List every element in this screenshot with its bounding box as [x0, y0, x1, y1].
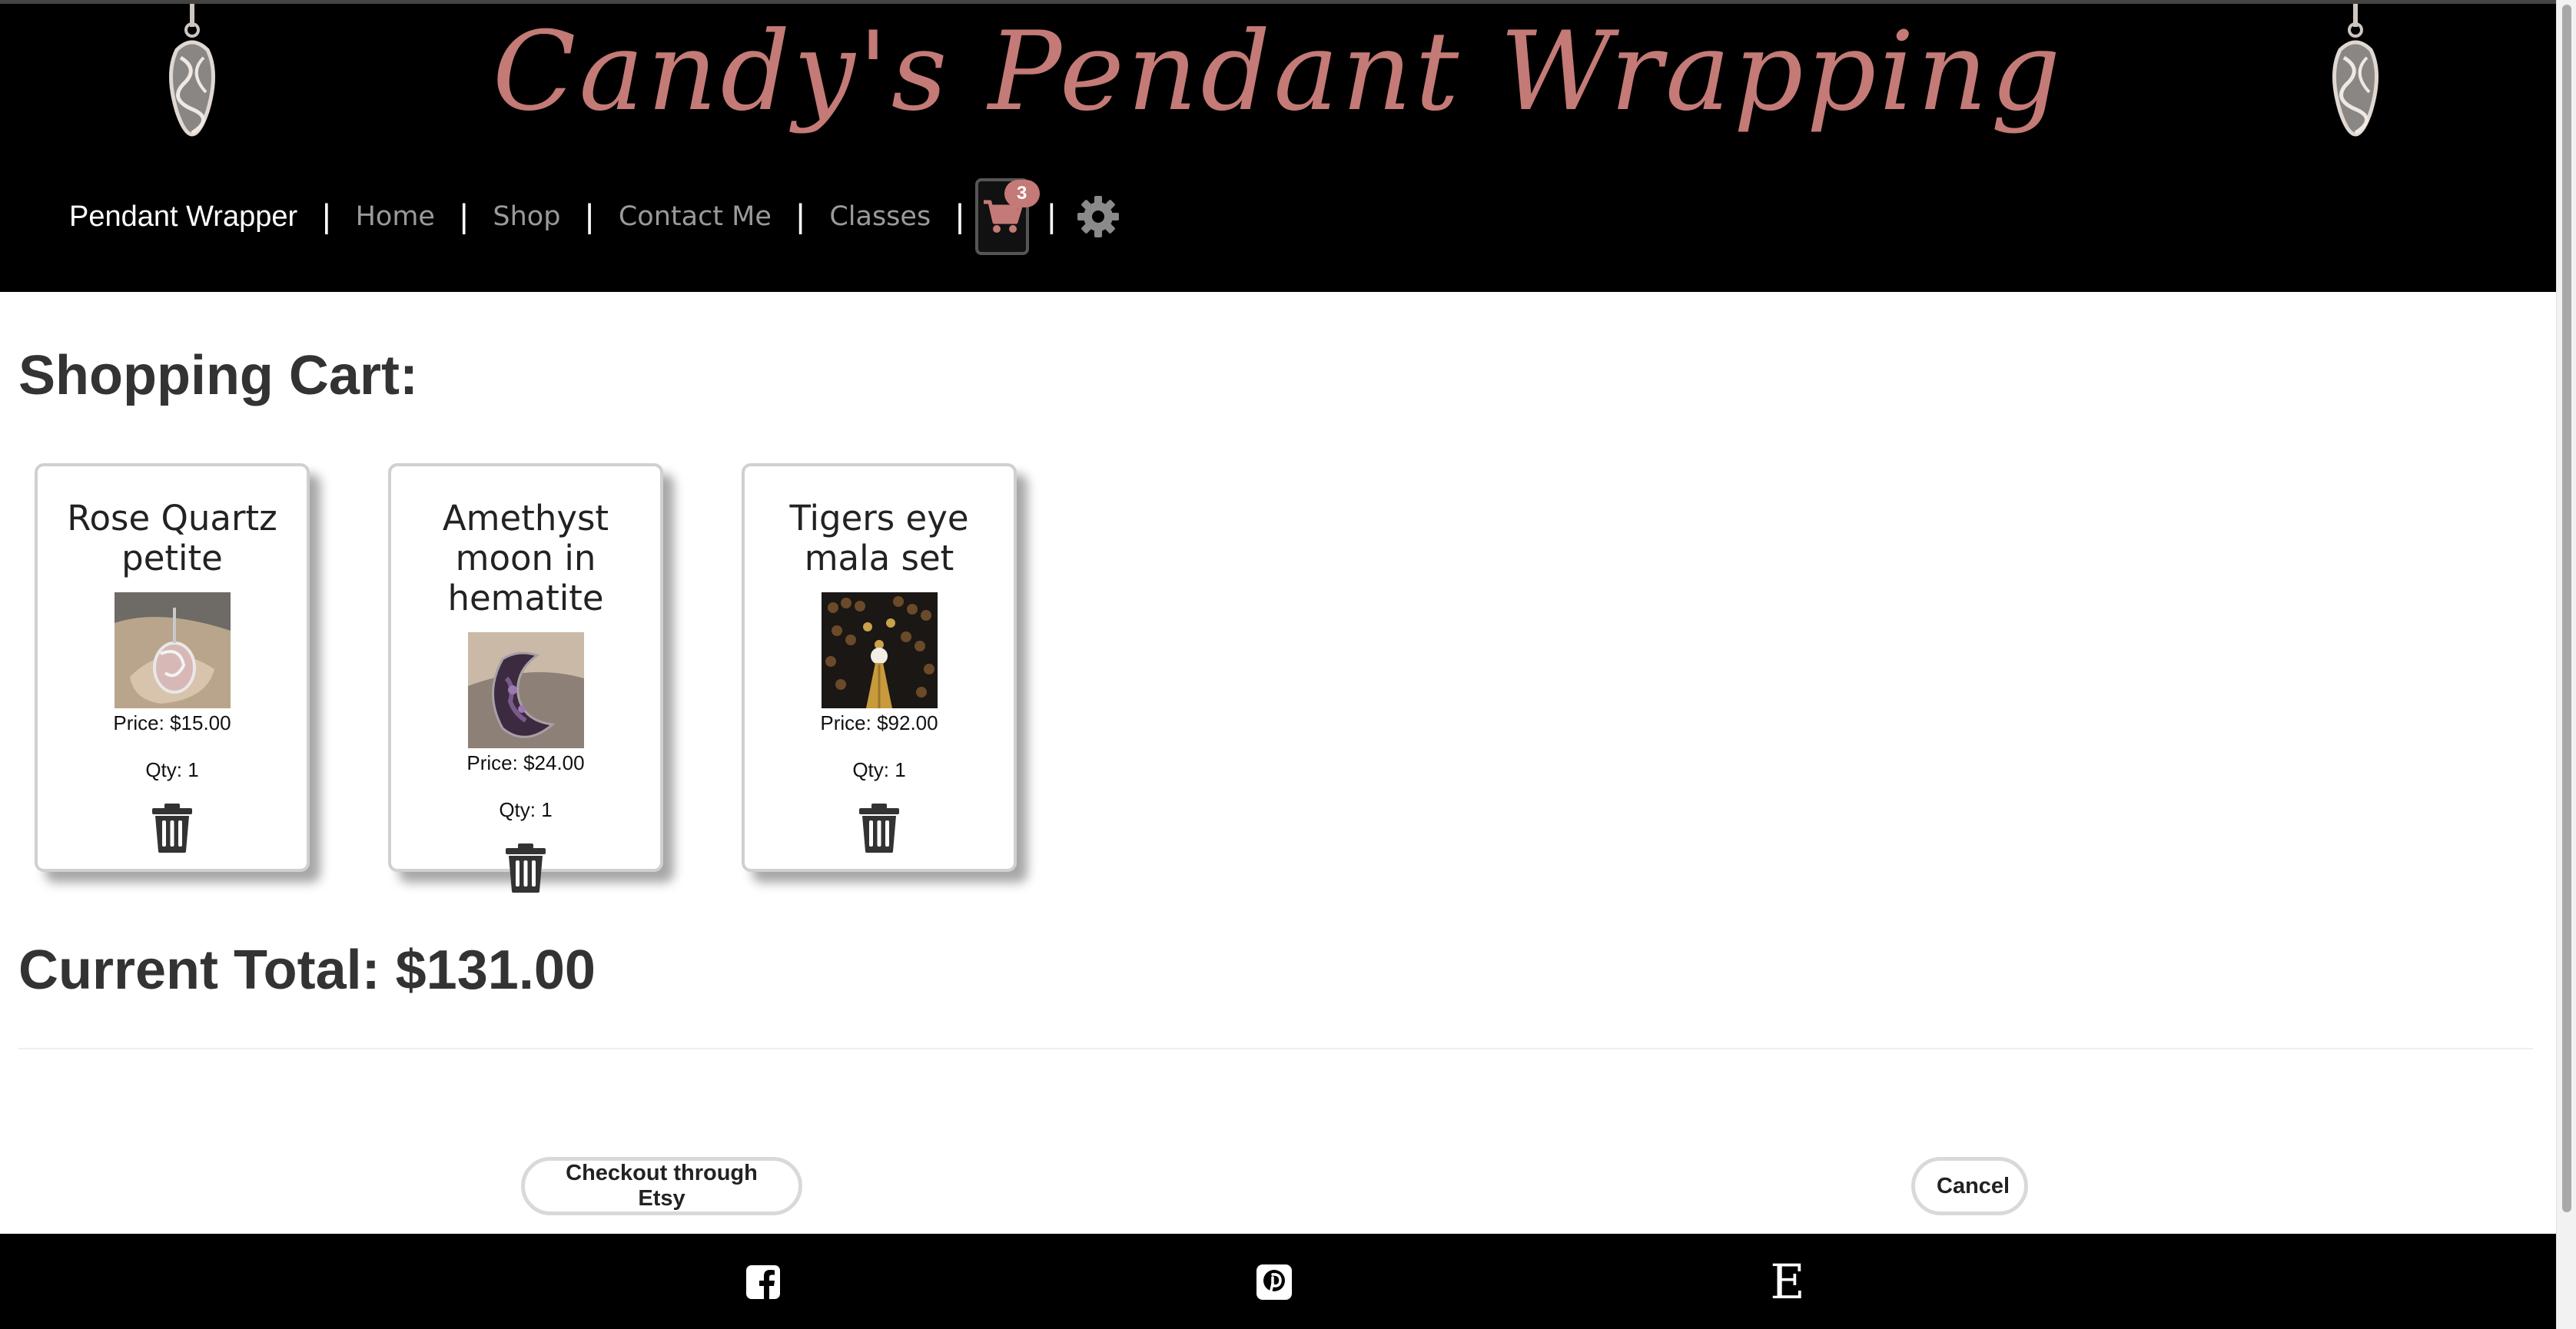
wire-wrapped-pendant-icon: [2332, 4, 2378, 137]
gear-icon[interactable]: [1076, 194, 1120, 239]
item-quantity: Qty: 1: [145, 758, 199, 781]
item-name: Rose Quartz petite: [67, 498, 277, 578]
rose-quartz-pendant-photo[interactable]: [114, 592, 231, 708]
divider: [18, 1048, 2533, 1049]
etsy-icon: E: [1770, 1254, 1805, 1310]
pinterest-icon: [1256, 1264, 1292, 1300]
facebook-icon: [746, 1265, 780, 1299]
item-price: Price: $92.00: [820, 711, 938, 734]
site-title[interactable]: Candy's Pendant Wrapping: [0, 8, 2556, 135]
nav-separator: |: [322, 197, 331, 235]
facebook-link[interactable]: [743, 1262, 783, 1302]
amethyst-moon-pendant-photo[interactable]: [467, 632, 584, 748]
item-quantity: Qty: 1: [499, 798, 553, 821]
site-header: Candy's Pendant Wrapping Pendant Wrapper…: [0, 0, 2556, 292]
cart-item-card: Amethyst moon in hematite Price: $24.00 …: [388, 463, 663, 893]
nav-link-shop[interactable]: Shop: [493, 201, 560, 232]
scrollbar-thumb[interactable]: [2562, 5, 2571, 1212]
tigers-eye-mala-photo[interactable]: [821, 592, 938, 708]
main-nav: Pendant Wrapper | Home | Shop | Contact …: [69, 174, 1120, 259]
page-title: Shopping Cart:: [18, 345, 418, 406]
cart-item-card: Rose Quartz petite Price: $15.00 Qty: 1: [35, 463, 310, 872]
nav-brand[interactable]: Pendant Wrapper: [69, 201, 297, 234]
item-name: Amethyst moon in hematite: [442, 498, 609, 618]
cart-total: Current Total: $131.00: [18, 940, 596, 1001]
item-name: Tigers eye mala set: [789, 498, 969, 578]
cancel-button[interactable]: Cancel: [1911, 1157, 2028, 1215]
pinterest-link[interactable]: [1254, 1262, 1294, 1302]
nav-separator: |: [459, 197, 469, 235]
nav-separator: |: [585, 197, 594, 235]
trash-icon[interactable]: [504, 843, 547, 893]
trash-icon[interactable]: [151, 804, 194, 853]
cart-count-badge: 3: [1004, 180, 1040, 207]
nav-separator: |: [795, 197, 805, 235]
cart-button[interactable]: 3: [974, 178, 1040, 255]
nav-link-home[interactable]: Home: [356, 201, 435, 232]
nav-separator: |: [1047, 197, 1057, 235]
item-price: Price: $15.00: [113, 711, 231, 734]
item-quantity: Qty: 1: [852, 758, 906, 781]
checkout-etsy-button[interactable]: Checkout through Etsy: [521, 1157, 802, 1215]
trash-icon[interactable]: [858, 804, 901, 853]
nav-link-contact[interactable]: Contact Me: [619, 201, 772, 232]
item-price: Price: $24.00: [466, 751, 585, 774]
vertical-scrollbar[interactable]: [2556, 0, 2576, 1329]
nav-link-classes[interactable]: Classes: [829, 201, 931, 232]
etsy-link[interactable]: E: [1766, 1257, 1809, 1307]
nav-separator: |: [955, 197, 964, 235]
site-footer: E: [0, 1234, 2556, 1329]
cart-item-card: Tigers eye mala set Price: $92.00 Qty: 1: [742, 463, 1017, 872]
